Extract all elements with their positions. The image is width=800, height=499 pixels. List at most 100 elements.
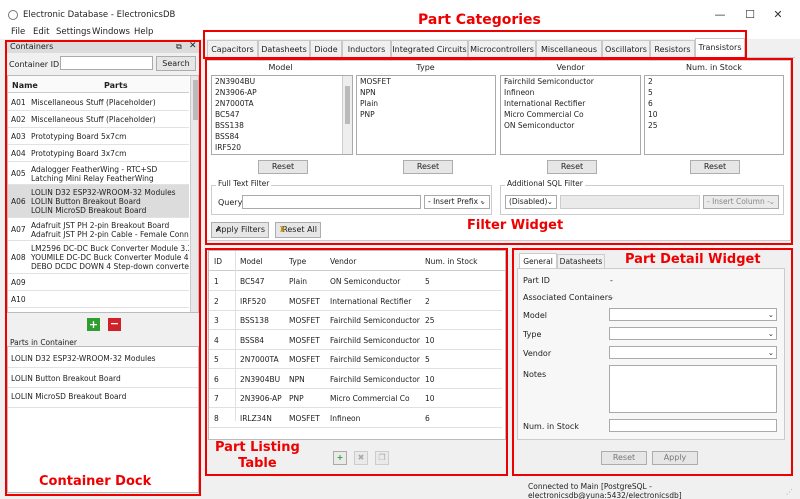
filter-type-option[interactable]: PNP xyxy=(360,109,495,120)
container-row[interactable]: A04 Prototyping Board 3x7cm xyxy=(8,145,189,162)
filter-model-option[interactable]: BC547 xyxy=(215,109,352,120)
maximize-button[interactable]: ☐ xyxy=(743,8,757,21)
tab-oscillators[interactable]: Oscillators xyxy=(602,40,650,57)
tab-integrated-circuits[interactable]: Integrated Circuits xyxy=(391,40,468,57)
type-combobox[interactable]: ⌄ xyxy=(609,327,777,340)
scrollbar-thumb[interactable] xyxy=(345,86,350,124)
menu-settings[interactable]: Settings xyxy=(56,27,91,37)
filter-model-list[interactable]: 2N3904BU 2N3906-AP 2N7000TA BC547 BSS138 BSS8… xyxy=(211,75,353,155)
tab-diode[interactable]: Diode xyxy=(310,40,342,57)
filter-stock-option[interactable]: 2 xyxy=(648,76,783,87)
part-row[interactable]: 2 IRF520 MOSFET International Rectifier 2 xyxy=(209,292,502,311)
stock-input[interactable] xyxy=(609,419,777,432)
reset-stock-filter-button[interactable]: Reset xyxy=(690,160,740,174)
column-header[interactable]: Num. in Stock xyxy=(425,257,477,266)
filter-vendor-option[interactable]: Fairchild Semiconductor xyxy=(504,76,640,87)
model-combobox[interactable]: ⌄ xyxy=(609,308,777,321)
container-row[interactable]: A11 Resistor: 220Ohm (Metal Film, SMD, 08… xyxy=(8,308,189,312)
part-row[interactable]: 5 2N7000TA MOSFET Fairchild Semiconductor 5 xyxy=(209,350,502,369)
containers-scrollbar[interactable] xyxy=(190,76,198,312)
tab-miscellaneous[interactable]: Miscellaneous xyxy=(536,40,602,57)
filter-model-scrollbar[interactable] xyxy=(342,76,352,154)
column-header-parts[interactable]: Parts xyxy=(104,81,128,90)
filter-vendor-option[interactable]: International Rectifier xyxy=(504,98,640,109)
vendor-combobox[interactable]: ⌄ xyxy=(609,346,777,359)
tab-transistors[interactable]: Transistors xyxy=(695,38,745,58)
container-row[interactable]: A06 LOLIN D32 ESP32-WROOM-32 Modules LOLIN… xyxy=(8,185,189,218)
filter-type-list[interactable]: MOSFET NPN Plain PNP xyxy=(356,75,496,155)
sql-filter-input[interactable] xyxy=(560,195,700,209)
filter-stock-option[interactable]: 25 xyxy=(648,120,783,131)
filter-vendor-option[interactable]: ON Semiconductor xyxy=(504,120,640,131)
filter-vendor-list[interactable]: Fairchild Semiconductor Infineon Internati… xyxy=(500,75,641,155)
scrollbar-thumb[interactable] xyxy=(193,80,198,120)
filter-vendor-option[interactable]: Micro Commercial Co xyxy=(504,109,640,120)
detail-tab-general[interactable]: General xyxy=(519,253,557,269)
detail-reset-button[interactable]: Reset xyxy=(601,451,647,465)
filter-model-option[interactable]: IRF520 xyxy=(215,142,352,153)
reset-vendor-filter-button[interactable]: Reset xyxy=(547,160,597,174)
part-row[interactable]: 1 BC547 Plain ON Semiconductor 5 xyxy=(209,272,502,291)
menu-windows[interactable]: Windows xyxy=(92,27,130,37)
column-header-name[interactable]: Name xyxy=(12,81,38,90)
filter-model-option[interactable]: 2N3904BU xyxy=(215,76,352,87)
notes-textarea[interactable] xyxy=(609,365,777,413)
tab-microcontrollers[interactable]: Microcontrollers xyxy=(468,40,536,57)
filter-stock-option[interactable]: 5 xyxy=(648,87,783,98)
column-header[interactable]: Type xyxy=(289,257,306,266)
reset-all-button[interactable]: ♜ Reset All xyxy=(275,222,321,238)
query-input[interactable] xyxy=(242,195,421,209)
dock-float-icon[interactable]: ⧉ xyxy=(176,42,182,52)
filter-stock-list[interactable]: 2 5 6 10 25 xyxy=(644,75,784,155)
tab-resistors[interactable]: Resistors xyxy=(650,40,695,57)
tab-capacitors[interactable]: Capacitors xyxy=(207,40,258,57)
remove-container-button[interactable]: − xyxy=(108,318,121,331)
part-row[interactable]: 8 IRLZ34N MOSFET Infineon 6 xyxy=(209,409,502,428)
container-row[interactable]: A07 Adafruit JST PH 2-pin Breakout Board A… xyxy=(8,218,189,241)
reset-model-filter-button[interactable]: Reset xyxy=(258,160,308,174)
filter-model-option[interactable]: 2N3906-AP xyxy=(215,87,352,98)
close-button[interactable]: ✕ xyxy=(771,8,785,21)
menu-help[interactable]: Help xyxy=(134,27,153,37)
parts-in-container-item[interactable]: LOLIN D32 ESP32-WROOM-32 Modules xyxy=(11,354,156,363)
part-row[interactable]: 6 2N3904BU NPN Fairchild Semiconductor 10 xyxy=(209,370,502,389)
container-row[interactable]: A08 LM2596 DC-DC Buck Converter Module 3.… xyxy=(8,241,189,274)
tab-datasheets[interactable]: Datasheets xyxy=(258,40,310,57)
menu-file[interactable]: File xyxy=(11,27,25,37)
apply-filters-button[interactable]: ✔ Apply Filters xyxy=(211,222,269,238)
duplicate-part-button[interactable]: ❐ xyxy=(375,451,389,465)
delete-part-button[interactable]: ✖ xyxy=(354,451,368,465)
add-container-button[interactable]: + xyxy=(87,318,100,331)
container-row[interactable]: A05 Adalogger FeatherWing - RTC+SD Latchin… xyxy=(8,162,189,185)
container-row[interactable]: A03 Prototyping Board 5x7cm xyxy=(8,128,189,145)
container-row[interactable]: A10 xyxy=(8,291,189,308)
filter-type-option[interactable]: NPN xyxy=(360,87,495,98)
filter-model-option[interactable]: 2N7000TA xyxy=(215,98,352,109)
container-row[interactable]: A01 Miscellaneous Stuff (Placeholder) xyxy=(8,94,189,111)
tab-inductors[interactable]: Inductors xyxy=(342,40,391,57)
part-row[interactable]: 4 BSS84 MOSFET Fairchild Semiconductor 10 xyxy=(209,331,502,350)
reset-type-filter-button[interactable]: Reset xyxy=(403,160,453,174)
container-row[interactable]: A02 Miscellaneous Stuff (Placeholder) xyxy=(8,111,189,128)
menu-edit[interactable]: Edit xyxy=(33,27,49,37)
insert-column-select[interactable]: - Insert Column - ⌄ xyxy=(703,195,779,209)
container-id-input[interactable] xyxy=(60,56,153,70)
container-row[interactable]: A09 xyxy=(8,274,189,291)
filter-model-option[interactable]: BSS84 xyxy=(215,131,352,142)
resize-grip[interactable]: ⋰ xyxy=(786,488,796,498)
part-row[interactable]: 7 2N3906-AP PNP Micro Commercial Co 10 xyxy=(209,389,502,408)
add-part-button[interactable]: + xyxy=(333,451,347,465)
minimize-button[interactable]: — xyxy=(713,8,727,21)
column-header[interactable]: Vendor xyxy=(330,257,356,266)
filter-stock-option[interactable]: 10 xyxy=(648,109,783,120)
column-header[interactable]: Model xyxy=(240,257,263,266)
detail-apply-button[interactable]: Apply xyxy=(652,451,698,465)
part-row[interactable]: 3 BSS138 MOSFET Fairchild Semiconductor 25 xyxy=(209,311,502,330)
detail-tab-datasheets[interactable]: Datasheets xyxy=(557,254,605,269)
filter-stock-option[interactable]: 6 xyxy=(648,98,783,109)
filter-type-option[interactable]: Plain xyxy=(360,98,495,109)
sql-mode-select[interactable]: (Disabled) ⌄ xyxy=(505,195,557,209)
insert-prefix-select[interactable]: - Insert Prefix - ⌄ xyxy=(424,195,490,209)
parts-in-container-item[interactable]: LOLIN MicroSD Breakout Board xyxy=(11,392,126,401)
filter-type-option[interactable]: MOSFET xyxy=(360,76,495,87)
